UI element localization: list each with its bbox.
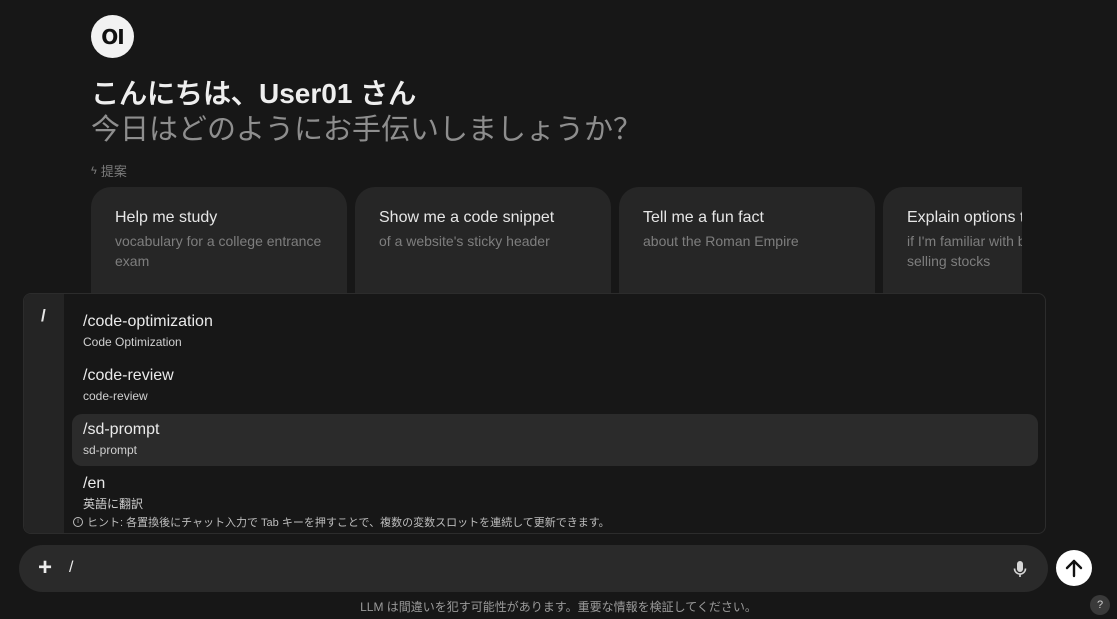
greeting-subtitle: 今日はどのようにお手伝いしましょうか？ <box>91 114 643 146</box>
command-name: /sd-prompt <box>83 421 160 438</box>
microphone-button[interactable] <box>1009 558 1031 580</box>
disclaimer-text: LLM は間違いを犯す可能性があります。重要な情報を検証してください。 <box>360 600 757 614</box>
suggestion-card-title: Show me a code snippet <box>379 209 555 226</box>
info-icon: i <box>73 517 83 527</box>
suggestions-header-label: 提案 <box>100 164 127 179</box>
arrow-up-icon <box>1065 559 1083 578</box>
command-hint-text: ヒント: 各置換後にチャット入力で Tab キーを押すことで、複数の変数スロット… <box>87 517 610 529</box>
help-button[interactable]: ? <box>1090 595 1110 615</box>
command-name: /en <box>83 475 106 492</box>
suggestions-header: ϟ 提案 <box>91 161 127 180</box>
command-description: code-review <box>83 389 148 403</box>
suggestion-cards: Help me study vocabulary for a college e… <box>91 187 1022 293</box>
suggestion-card[interactable]: Tell me a fun fact about the Roman Empir… <box>619 187 875 293</box>
command-trigger-symbol: / <box>41 306 46 325</box>
command-description: 英語に翻訳 <box>83 497 144 511</box>
command-item[interactable]: /code-optimization Code Optimization <box>72 306 1038 358</box>
bolt-icon: ϟ <box>91 164 97 177</box>
chat-input[interactable] <box>69 555 969 581</box>
send-button[interactable] <box>1056 550 1092 586</box>
command-description: Code Optimization <box>83 335 182 349</box>
command-trigger-column: / <box>24 294 64 533</box>
suggestion-card[interactable]: Explain options trading if I'm familiar … <box>883 187 1022 293</box>
suggestion-card[interactable]: Show me a code snippet of a website's st… <box>355 187 611 293</box>
command-item[interactable]: /code-review code-review <box>72 360 1038 412</box>
microphone-icon <box>1013 561 1027 577</box>
command-name: /code-review <box>83 367 174 384</box>
command-list: /code-optimization Code Optimization /co… <box>72 306 1038 522</box>
app-logo: OI <box>91 15 134 58</box>
suggestion-card-subtitle: if I'm familiar with buying and selling … <box>907 233 1022 269</box>
suggestion-card-title: Explain options trading <box>907 209 1022 226</box>
command-item-selected[interactable]: /sd-prompt sd-prompt <box>72 414 1038 466</box>
attach-plus-button[interactable]: + <box>33 555 57 581</box>
logo-text: OI <box>101 24 124 49</box>
suggestion-card[interactable]: Help me study vocabulary for a college e… <box>91 187 347 293</box>
command-item[interactable]: /en 英語に翻訳 <box>72 468 1038 520</box>
command-description: sd-prompt <box>83 443 138 457</box>
suggestion-card-subtitle: of a website's sticky header <box>379 233 550 249</box>
suggestion-card-title: Help me study <box>115 209 218 226</box>
chat-input-bar: + <box>19 545 1048 592</box>
suggestion-card-title: Tell me a fun fact <box>643 209 764 226</box>
command-hint: i ヒント: 各置換後にチャット入力で Tab キーを押すことで、複数の変数スロ… <box>73 514 610 530</box>
suggestion-card-subtitle: about the Roman Empire <box>643 233 799 249</box>
suggestion-card-subtitle: vocabulary for a college entrance exam <box>115 233 322 269</box>
command-popup: / /code-optimization Code Optimization /… <box>23 293 1046 534</box>
command-name: /code-optimization <box>83 313 213 330</box>
